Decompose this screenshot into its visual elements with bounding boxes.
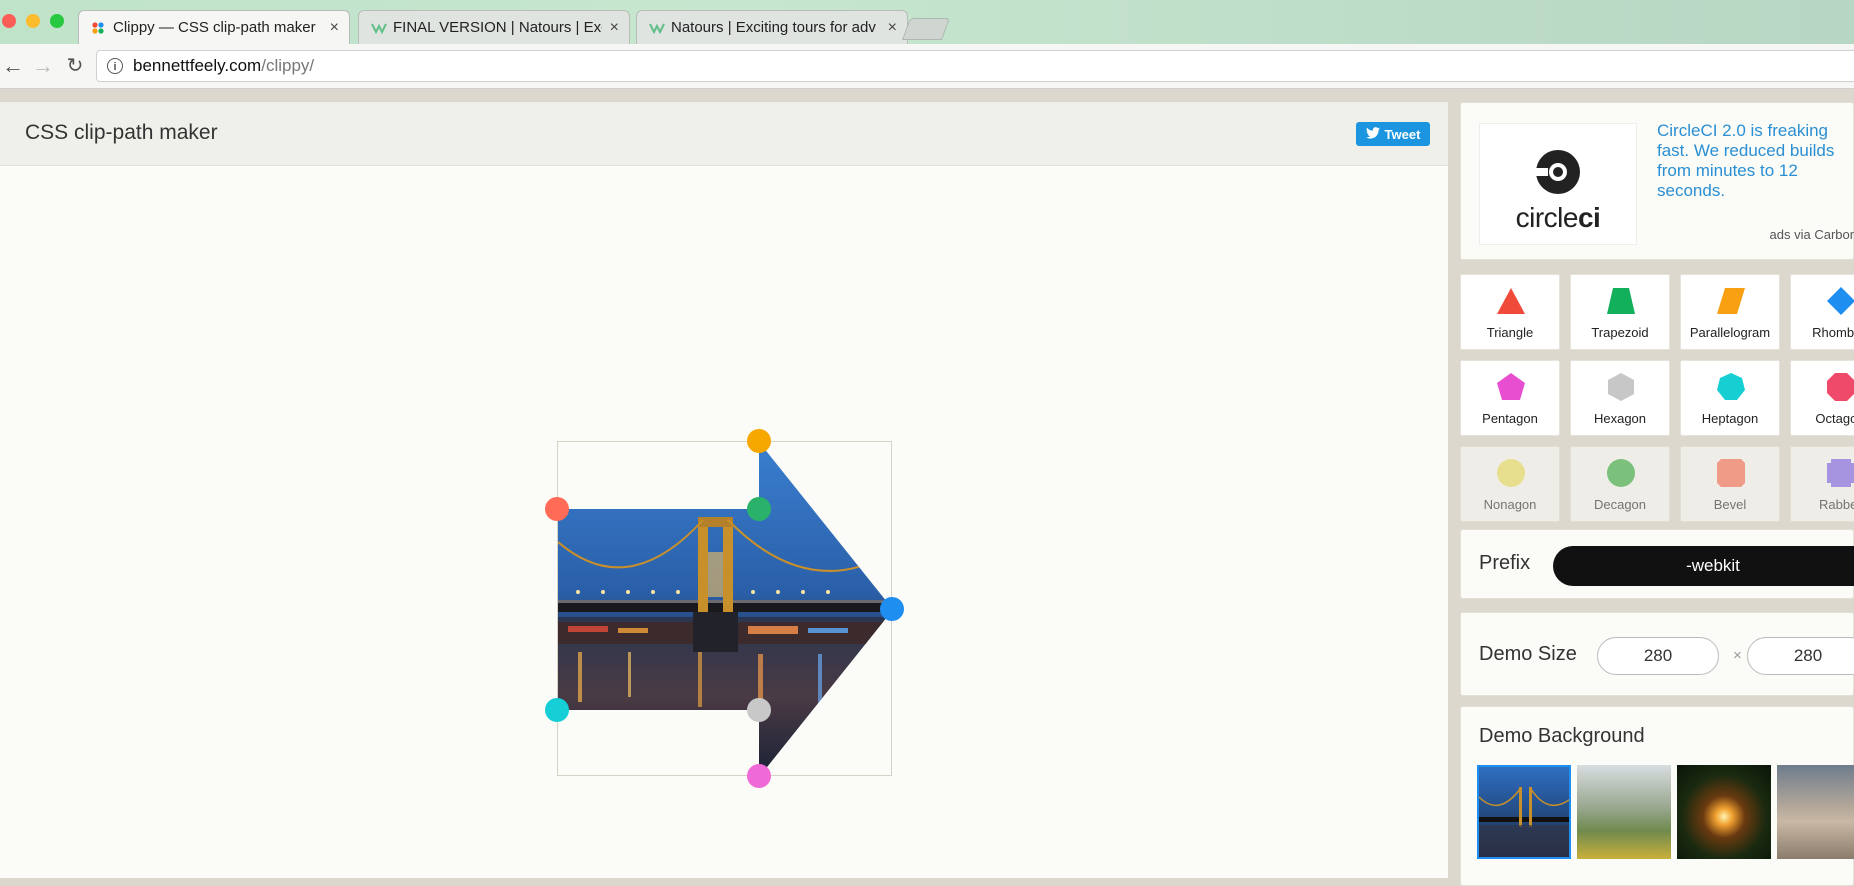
tab-title: Natours | Exciting tours for adv <box>671 19 876 36</box>
clip-path-stage <box>0 165 1448 878</box>
browser-tab-bar: Clippy — CSS clip-path maker × FINAL VER… <box>0 0 1854 45</box>
shape-nonagon[interactable]: Nonagon <box>1460 446 1560 522</box>
handle-notch-bottom[interactable] <box>747 698 771 722</box>
clippy-favicon-icon <box>91 21 105 35</box>
circleci-logo-text: circleci <box>1515 202 1601 233</box>
maximize-window-button[interactable] <box>50 14 64 28</box>
circleci-logo-icon <box>1534 150 1580 194</box>
url-host: bennettfeely.com <box>133 56 262 75</box>
shape-trapezoid[interactable]: Trapezoid <box>1570 274 1670 350</box>
page-title: CSS clip-path maker <box>25 121 218 144</box>
heptagon-icon <box>1717 373 1745 400</box>
reload-icon[interactable]: ↻ <box>62 52 88 80</box>
address-bar[interactable]: i bennettfeely.com/clippy/ <box>96 50 1854 82</box>
clipped-demo-image <box>558 442 893 777</box>
tab-close-icon[interactable]: × <box>888 19 897 37</box>
shape-bevel[interactable]: Bevel <box>1680 446 1780 522</box>
shape-label: Bevel <box>1713 497 1747 512</box>
prefix-card: Prefix -webkit <box>1460 529 1854 599</box>
circleci-logo[interactable]: circleci <box>1479 123 1637 245</box>
decagon-icon <box>1607 459 1635 487</box>
editor-panel: CSS clip-path maker Tweet <box>0 102 1449 878</box>
pentagon-icon <box>1497 373 1525 400</box>
demo-background-label: Demo Background <box>1479 725 1645 747</box>
shape-label: Parallelogram <box>1689 325 1771 340</box>
tweet-button[interactable]: Tweet <box>1356 122 1430 146</box>
shape-label: Heptagon <box>1701 411 1759 426</box>
shape-heptagon[interactable]: Heptagon <box>1680 360 1780 436</box>
prefix-label: Prefix <box>1479 552 1531 574</box>
demo-width-input[interactable]: 280 <box>1597 637 1719 675</box>
demo-height-input[interactable]: 280 <box>1747 637 1854 675</box>
natours-favicon-icon <box>371 21 387 35</box>
bevel-icon <box>1717 459 1745 487</box>
nonagon-icon <box>1497 459 1525 487</box>
bg-thumb-beach[interactable] <box>1777 765 1854 859</box>
shape-label: Trapezoid <box>1591 325 1649 340</box>
shape-label: Octagon <box>1815 411 1854 426</box>
shape-label: Hexagon <box>1593 411 1647 426</box>
shape-label: Decagon <box>1593 497 1647 512</box>
hexagon-icon <box>1608 373 1634 401</box>
bg-thumb-countryside[interactable] <box>1577 765 1671 859</box>
info-icon[interactable]: i <box>107 58 123 74</box>
bg-thumb-sparkler[interactable] <box>1677 765 1771 859</box>
shape-hexagon[interactable]: Hexagon <box>1570 360 1670 436</box>
demo-size-label: Demo Size <box>1479 643 1577 665</box>
editor-header: CSS clip-path maker Tweet <box>0 102 1448 166</box>
octagon-icon <box>1827 373 1854 401</box>
handle-arrow-bottom[interactable] <box>747 764 771 788</box>
tab-clippy[interactable]: Clippy — CSS clip-path maker × <box>78 10 350 44</box>
handle-notch-top[interactable] <box>747 497 771 521</box>
shape-label: Rabbet <box>1819 497 1854 512</box>
sidebar: circleci CircleCI 2.0 is freaking fast. … <box>1460 102 1854 886</box>
minimize-window-button[interactable] <box>26 14 40 28</box>
shape-label: Pentagon <box>1482 411 1538 426</box>
prefix-toggle[interactable]: -webkit <box>1553 546 1854 586</box>
close-window-button[interactable] <box>2 14 16 28</box>
handle-bottom-left[interactable] <box>545 698 569 722</box>
browser-toolbar: ← → ↻ i bennettfeely.com/clippy/ <box>0 44 1854 89</box>
ad-via-link[interactable]: ads via Carbon <box>1770 227 1854 242</box>
shape-triangle[interactable]: Triangle <box>1460 274 1560 350</box>
parallelogram-icon <box>1717 288 1745 314</box>
twitter-bird-icon <box>1365 126 1380 142</box>
shape-label: Triangle <box>1486 325 1534 340</box>
url-path: /clippy/ <box>261 56 315 75</box>
ad-text-link[interactable]: CircleCI 2.0 is freaking fast. We reduce… <box>1657 121 1854 201</box>
shape-decagon[interactable]: Decagon <box>1570 446 1670 522</box>
forward-icon[interactable]: → <box>30 52 56 80</box>
triangle-icon <box>1497 288 1525 314</box>
tab-natours[interactable]: Natours | Exciting tours for adv × <box>636 10 908 44</box>
shape-octagon[interactable]: Octagon <box>1790 360 1854 436</box>
bridge-thumbnail <box>1479 787 1569 857</box>
shape-label: Nonagon <box>1483 497 1537 512</box>
clip-bounding-box <box>545 429 904 788</box>
natours-favicon-icon <box>649 21 665 35</box>
tweet-label: Tweet <box>1384 126 1421 142</box>
tab-title: Clippy — CSS clip-path maker <box>113 19 316 36</box>
ad-card: circleci CircleCI 2.0 is freaking fast. … <box>1460 102 1854 260</box>
trapezoid-icon <box>1607 288 1635 314</box>
tab-final-version[interactable]: FINAL VERSION | Natours | Exc × <box>358 10 630 44</box>
bg-thumb-bridge[interactable] <box>1477 765 1571 859</box>
tab-close-icon[interactable]: × <box>330 19 339 37</box>
handle-arrow-top[interactable] <box>747 429 771 453</box>
rabbet-icon <box>1827 459 1854 487</box>
shape-rabbet[interactable]: Rabbet <box>1790 446 1854 522</box>
size-separator: × <box>1733 647 1742 664</box>
back-icon[interactable]: ← <box>0 52 26 80</box>
rhombus-icon <box>1827 287 1854 315</box>
new-tab-button[interactable] <box>901 18 951 40</box>
demo-background-card: Demo Background <box>1460 706 1854 886</box>
handle-top-left[interactable] <box>545 497 569 521</box>
shape-pentagon[interactable]: Pentagon <box>1460 360 1560 436</box>
tab-title: FINAL VERSION | Natours | Exc <box>393 19 602 36</box>
shape-label: Rhombus <box>1812 325 1854 340</box>
shape-rhombus[interactable]: Rhombus <box>1790 274 1854 350</box>
shape-parallelogram[interactable]: Parallelogram <box>1680 274 1780 350</box>
tab-close-icon[interactable]: × <box>610 19 619 37</box>
demo-size-card: Demo Size 280 × 280 <box>1460 612 1854 696</box>
handle-arrow-tip[interactable] <box>880 597 904 621</box>
